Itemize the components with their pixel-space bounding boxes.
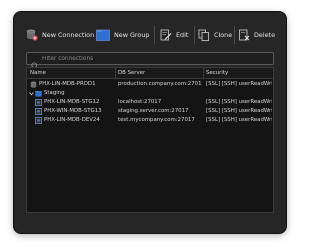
cell-db-server: test.mycompany.com:27017 (118, 117, 195, 123)
chevron-down-icon[interactable] (29, 90, 34, 97)
clone-button[interactable]: Clone (198, 24, 232, 46)
cell-name: PHX-LIN-MDB-STG12 (44, 99, 100, 105)
cell-security: [SSL] [SSH] userReadWri... (206, 117, 272, 123)
column-header-security[interactable]: Security (206, 68, 228, 78)
filter-box (26, 52, 274, 70)
column-header-name[interactable]: Name (30, 68, 46, 78)
cell-name: PHX-LIN-MDB-PROD1 (39, 81, 96, 87)
cell-security: [SSL] [SSH] userReadWri... (206, 99, 272, 105)
table-header: Name DB Server Security (27, 68, 273, 79)
folder-icon (35, 90, 42, 97)
server-icon (35, 108, 42, 115)
column-divider[interactable] (115, 68, 116, 78)
server-icon (35, 117, 42, 124)
clone-label: Clone (214, 31, 233, 39)
cell-db-server: production.company.com:27017 (118, 81, 202, 87)
delete-button[interactable]: Delete (238, 24, 275, 46)
column-header-db-server[interactable]: DB Server (118, 68, 145, 78)
table-row[interactable]: PHX-LIN-MDB-DEV24 test.mycompany.com:270… (27, 116, 273, 125)
filter-input[interactable] (42, 53, 267, 64)
cell-name: Staging (44, 90, 65, 96)
new-connection-button[interactable]: New Connection (26, 24, 94, 46)
toolbar-separator (194, 26, 195, 44)
connections-table: Name DB Server Security PHX-LIN-MDB-PROD… (26, 67, 274, 213)
table-row[interactable]: PHX-LIN-MDB-STG12 localhost:27017 [SSL] … (27, 98, 273, 107)
cell-name: PHX-WIN-MDB-STG13 (44, 108, 102, 114)
table-row[interactable]: PHX-LIN-MDB-PROD1 production.company.com… (27, 80, 273, 89)
delete-label: Delete (254, 31, 275, 39)
search-icon (31, 55, 39, 70)
cell-db-server: localhost:27017 (118, 99, 162, 105)
delete-icon (238, 29, 250, 41)
clone-icon (198, 29, 210, 41)
table-row[interactable]: PHX-WIN-MDB-STG13 staging.server.com:270… (27, 107, 273, 116)
toolbar-separator (154, 26, 155, 44)
table-row-group[interactable]: Staging (27, 89, 273, 98)
edit-label: Edit (176, 31, 189, 39)
edit-button[interactable]: Edit (160, 24, 188, 46)
cell-db-server: staging.server.com:27017 (118, 108, 189, 114)
server-icon (35, 99, 42, 106)
folder-add-icon (96, 29, 110, 41)
toolbar: New Connection New Group Edit Clone Dele… (14, 24, 286, 48)
new-group-label: New Group (114, 31, 150, 39)
database-add-icon (26, 29, 38, 41)
new-group-button[interactable]: New Group (96, 24, 149, 46)
cell-security: [SSL] [SSH] userReadWri... (206, 108, 272, 114)
connection-manager-window: New Connection New Group Edit Clone Dele… (14, 12, 286, 233)
toolbar-separator (234, 26, 235, 44)
edit-icon (160, 29, 172, 41)
new-connection-label: New Connection (42, 31, 95, 39)
column-divider[interactable] (203, 68, 204, 78)
cell-security: [SSL] [SSH] userReadWri... (206, 81, 272, 87)
server-icon (30, 81, 37, 88)
cell-name: PHX-LIN-MDB-DEV24 (44, 117, 100, 123)
